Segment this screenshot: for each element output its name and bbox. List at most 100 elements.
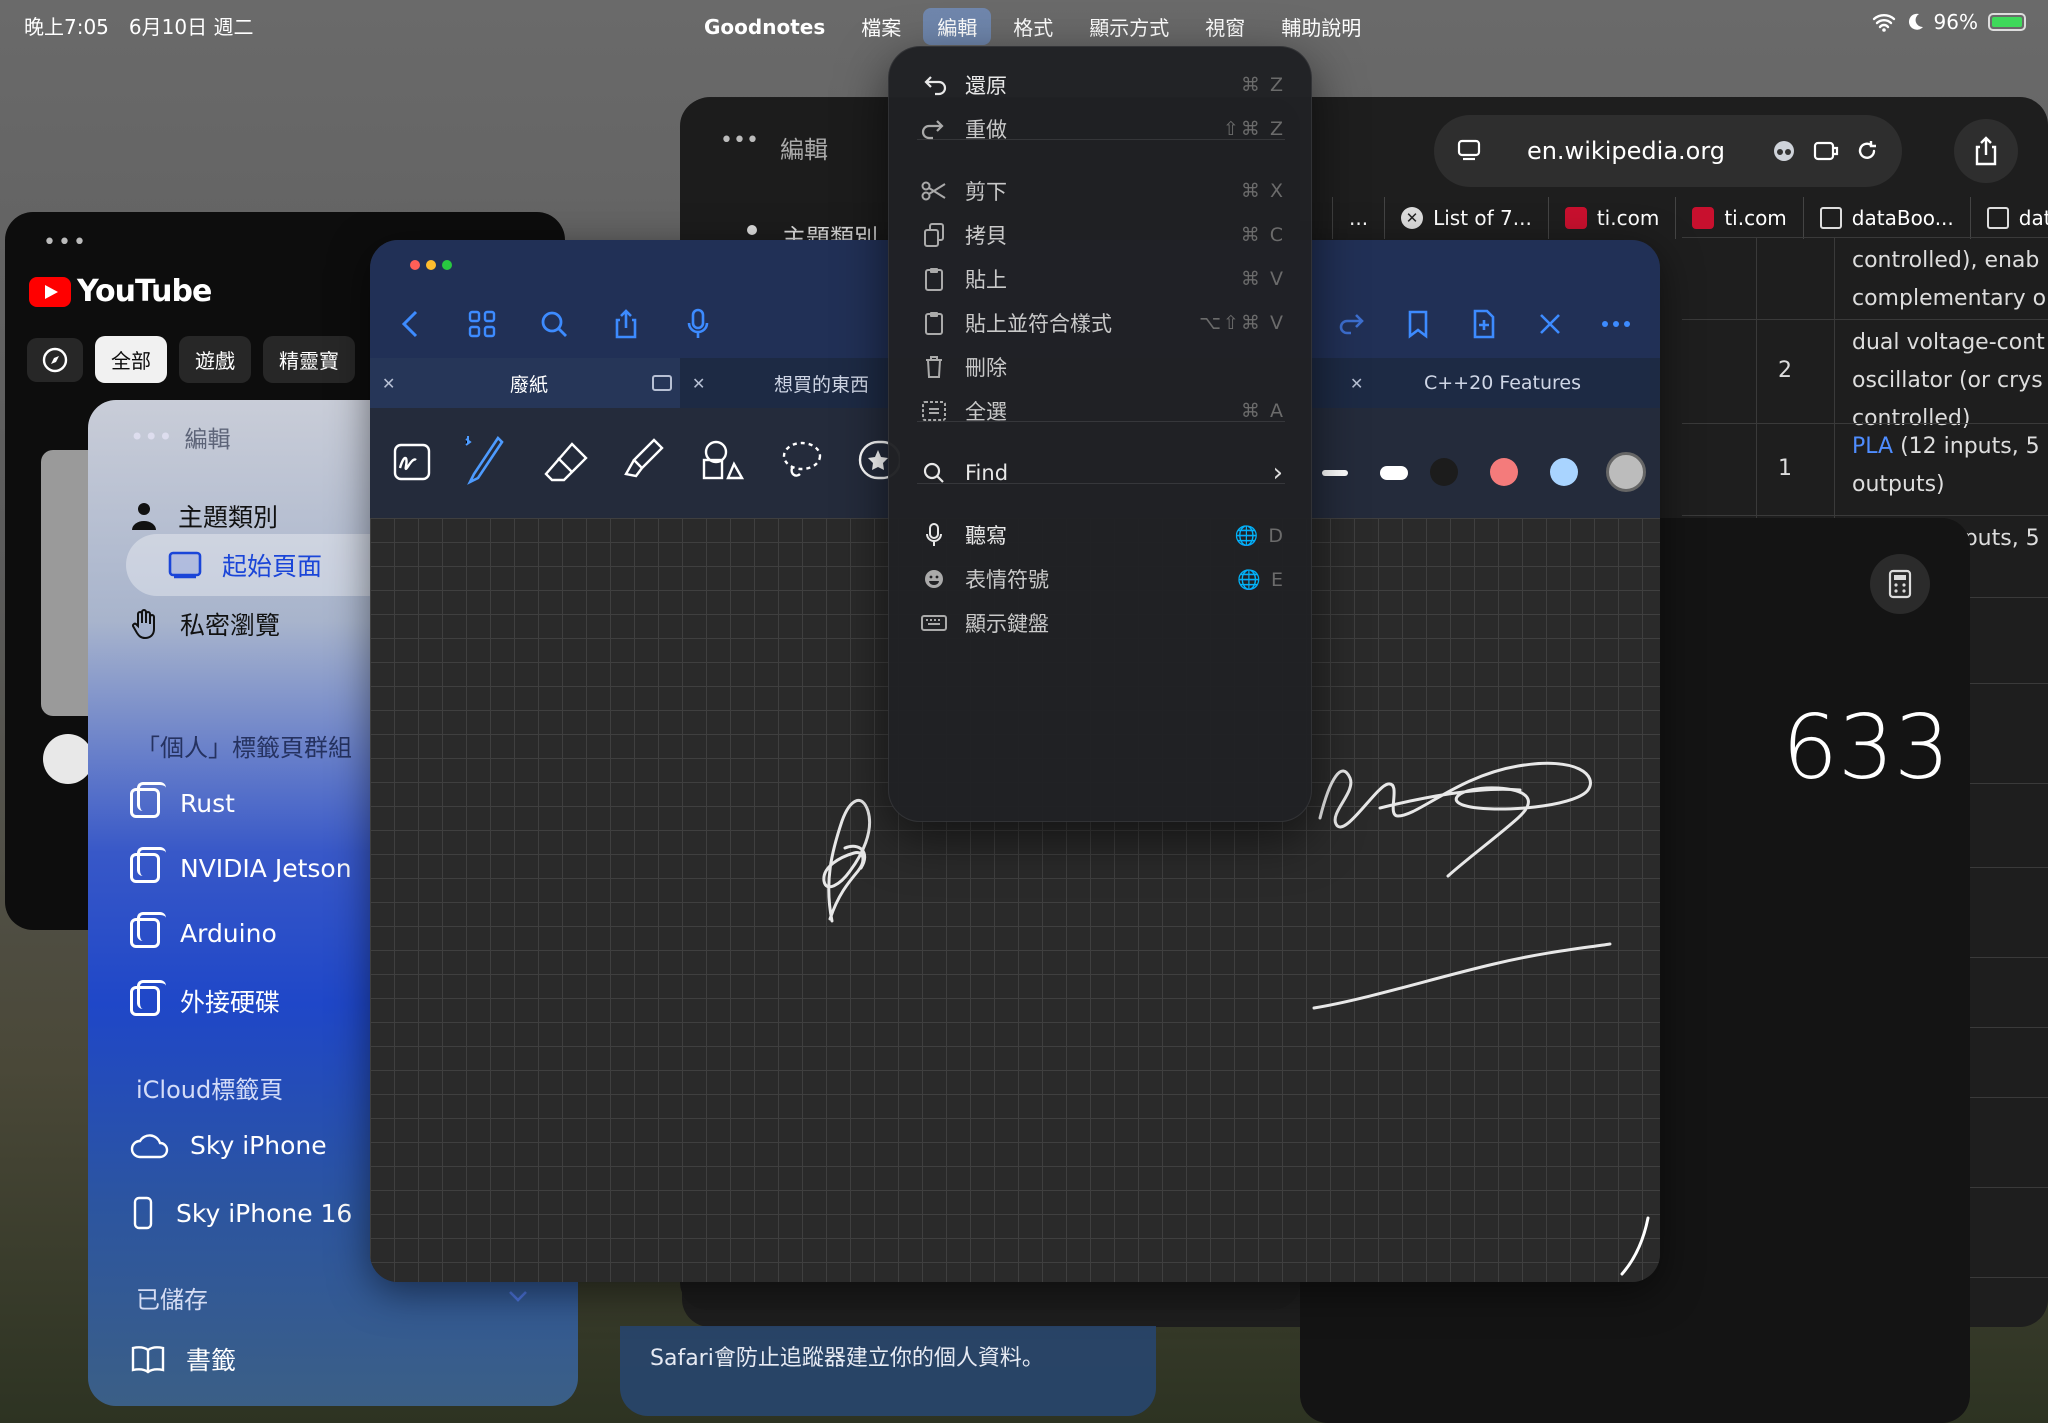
table-row: controlled), enab complementary o <box>1682 237 2048 319</box>
channel-avatar[interactable] <box>43 734 93 784</box>
trash-icon <box>926 356 942 378</box>
minimize-window-icon[interactable] <box>426 260 436 270</box>
menu-item-emoji[interactable]: 表情符號 🌐 E <box>917 557 1285 601</box>
share-button[interactable] <box>604 304 648 344</box>
window-menu-dots[interactable]: ••• <box>43 230 88 255</box>
bookmark-button[interactable] <box>1396 304 1440 344</box>
color-swatch-red[interactable] <box>1490 458 1518 486</box>
menu-format[interactable]: 格式 <box>999 8 1067 45</box>
chip-all[interactable]: 全部 <box>95 336 167 383</box>
chip-pokemon[interactable]: 精靈寶 <box>263 336 355 383</box>
menu-item-select-all[interactable]: 全選 ⌘ A <box>917 389 1285 433</box>
thin-stroke-option[interactable] <box>1322 470 1348 476</box>
add-page-button[interactable] <box>1462 304 1506 344</box>
menu-view[interactable]: 顯示方式 <box>1075 8 1183 45</box>
tab-databook-2[interactable]: data <box>1969 197 2048 239</box>
edit-label[interactable]: 編輯 <box>184 420 230 454</box>
tab-list-of[interactable]: ✕ List of 7... <box>1384 197 1548 239</box>
window-menu-dots[interactable]: ••• <box>720 128 759 153</box>
menu-item-undo[interactable]: 還原 ⌘ Z <box>917 63 1285 107</box>
menu-edit[interactable]: 編輯 <box>923 8 992 45</box>
youtube-logo[interactable]: YouTube <box>29 274 212 309</box>
paste-icon <box>925 312 943 335</box>
microphone-button[interactable] <box>676 304 720 344</box>
sidebar-bookmarks[interactable]: 書籤 <box>130 1341 236 1377</box>
menu-item-delete[interactable]: 刪除 <box>917 345 1285 389</box>
menu-bar-menus: Goodnotes 檔案 編輯 格式 顯示方式 視窗 輔助說明 <box>690 8 1375 45</box>
menu-item-redo[interactable]: 重做 ⇧⌘ Z <box>917 107 1285 151</box>
sidebar-group-rust[interactable]: Rust <box>130 782 235 818</box>
close-tab-icon[interactable]: ✕ <box>1401 207 1424 229</box>
sidebar-icloud-sky-iphone[interactable]: Sky iPhone <box>130 1131 327 1160</box>
shortcut-label: ⌘ C <box>1240 224 1285 246</box>
close-tab-icon[interactable]: ✕ <box>382 374 395 393</box>
menu-help[interactable]: 輔助說明 <box>1267 8 1375 45</box>
lasso-tool-icon[interactable] <box>780 438 824 482</box>
eraser-tool-icon[interactable] <box>542 438 590 482</box>
close-tab-icon[interactable]: ✕ <box>692 374 705 393</box>
chip-games[interactable]: 遊戲 <box>179 336 251 383</box>
menu-item-dictation[interactable]: 聽寫 🌐 D <box>917 513 1285 557</box>
privacy-report-icon[interactable] <box>1770 138 1798 164</box>
tab-cpp20[interactable]: ✕ C++20 Features <box>1338 358 1660 408</box>
tab-ti-2[interactable]: ti.com <box>1675 197 1802 239</box>
grid-view-button[interactable] <box>460 304 504 344</box>
address-bar[interactable]: en.wikipedia.org <box>1434 115 1902 187</box>
close-tool-button[interactable] <box>1528 304 1572 344</box>
more-button[interactable] <box>1594 304 1638 344</box>
menu-item-find[interactable]: Find › <box>917 451 1285 495</box>
redo-button[interactable] <box>1330 304 1374 344</box>
sidebar-group-external-drive[interactable]: 外接硬碟 <box>130 980 280 1019</box>
thick-stroke-option[interactable] <box>1380 466 1408 480</box>
reload-icon[interactable] <box>1854 138 1880 164</box>
close-window-icon[interactable] <box>410 260 420 270</box>
sidebar-icloud-sky-iphone-16[interactable]: Sky iPhone 16 <box>130 1196 352 1230</box>
calculator-mode-button[interactable] <box>1870 554 1930 614</box>
back-button[interactable] <box>388 304 432 344</box>
color-swatch-blue[interactable] <box>1550 458 1578 486</box>
table-link[interactable]: PLA <box>1852 434 1893 459</box>
share-button[interactable] <box>1954 119 2018 183</box>
ti-logo-icon <box>1564 207 1587 229</box>
person-icon <box>132 503 156 530</box>
menu-item-show-keyboard[interactable]: 顯示鍵盤 <box>917 601 1285 645</box>
sidebar-group-jetson[interactable]: NVIDIA Jetson <box>130 847 352 883</box>
page-menu-icon[interactable] <box>1456 138 1482 164</box>
shape-tool-icon[interactable] <box>700 438 744 482</box>
close-tab-icon[interactable]: ✕ <box>1350 374 1363 393</box>
tab-group-icon <box>130 912 166 948</box>
sidebar-group-arduino[interactable]: Arduino <box>130 912 277 948</box>
menu-item-paste[interactable]: 貼上 ⌘ V <box>917 257 1285 301</box>
url-text[interactable]: en.wikipedia.org <box>1496 137 1756 165</box>
keyboard-icon <box>921 615 947 631</box>
sidebar-item-private[interactable]: 私密瀏覽 <box>130 606 280 642</box>
building-icon <box>1986 207 2009 229</box>
color-picker-button[interactable] <box>1606 452 1646 492</box>
window-menu-dots[interactable]: ••• 編輯 <box>130 420 230 454</box>
color-swatch-black[interactable] <box>1430 458 1458 486</box>
highlighter-tool-icon[interactable] <box>620 436 664 484</box>
window-controls[interactable] <box>410 260 452 270</box>
menu-file[interactable]: 檔案 <box>847 8 915 45</box>
chevron-down-icon[interactable] <box>506 1288 530 1304</box>
tab-group-icon <box>130 847 166 883</box>
explore-compass-icon[interactable] <box>27 337 83 382</box>
menu-item-paste-match-style[interactable]: 貼上並符合樣式 ⌥⇧⌘ V <box>917 301 1285 345</box>
search-icon <box>541 311 567 337</box>
tab-ti-1[interactable]: ti.com <box>1547 197 1675 239</box>
edit-label[interactable]: 編輯 <box>780 130 828 165</box>
tab-scrap-paper[interactable]: ✕ 廢紙 <box>370 358 680 408</box>
menu-item-cut[interactable]: 剪下 ⌘ X <box>917 169 1285 213</box>
menu-window[interactable]: 視窗 <box>1191 8 1259 45</box>
menu-goodnotes[interactable]: Goodnotes <box>690 11 839 43</box>
pen-tool-icon[interactable] <box>462 430 506 486</box>
zoom-window-icon[interactable] <box>442 260 452 270</box>
tab-databook-1[interactable]: dataBoo... <box>1802 197 1970 239</box>
translate-icon[interactable] <box>1812 138 1840 164</box>
search-button[interactable] <box>532 304 576 344</box>
tab-truncated[interactable]: ... <box>1332 197 1384 239</box>
handwriting-zoom-icon[interactable] <box>392 442 432 482</box>
split-view-icon[interactable] <box>652 375 672 391</box>
menu-item-copy[interactable]: 拷貝 ⌘ C <box>917 213 1285 257</box>
sidebar-item-categories[interactable]: 主題類別 <box>130 498 278 534</box>
